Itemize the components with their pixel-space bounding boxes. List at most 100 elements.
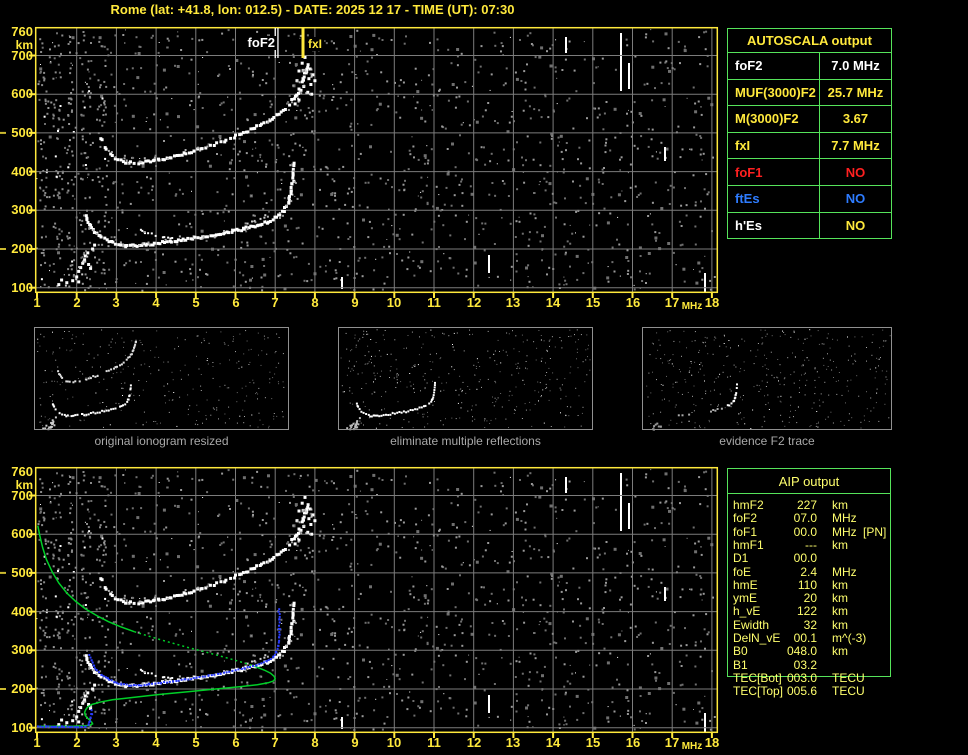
- autoscala-row-fxI: fxI 7.7 MHz: [728, 131, 891, 159]
- aip-unit: km: [832, 604, 848, 619]
- x-axis-tick: 12: [466, 735, 482, 750]
- aip-value: 00.0: [793, 551, 817, 566]
- aip-unit: km: [832, 644, 848, 659]
- aip-unit: MHz: [832, 564, 857, 579]
- aip-row-foF1: foF1 00.0 MHz [PN]: [727, 524, 897, 539]
- aip-value: ---: [805, 537, 817, 552]
- x-axis-tick: 8: [311, 735, 319, 750]
- x-axis-tick: 3: [112, 295, 120, 310]
- aip-row-foE: foE 2.4 MHz: [727, 564, 897, 579]
- autoscala-screen: Rome (lat: +41.8, lon: 012.5) - DATE: 20…: [0, 0, 968, 755]
- param-label: ftEs: [728, 185, 820, 212]
- param-label: foF1: [728, 159, 820, 185]
- x-axis-tick: 5: [192, 295, 200, 310]
- param-value: 7.0 MHz: [831, 58, 880, 74]
- aip-row-hmF1: hmF1 --- km: [727, 537, 897, 552]
- y-axis-tick: 100: [11, 280, 33, 295]
- y-axis-tick: 600: [11, 526, 33, 541]
- aip-param: foE: [733, 564, 752, 579]
- x-axis-unit: MHz: [681, 301, 703, 312]
- param-value: 25.7 MHz: [827, 84, 884, 100]
- aip-value: 122: [796, 604, 817, 619]
- x-axis-tick: 11: [427, 295, 441, 310]
- x-axis-tick: 4: [152, 735, 160, 750]
- aip-row-h_vE: h_vE 122 km: [727, 605, 897, 618]
- aip-value: 227: [796, 498, 817, 512]
- x-axis-tick: 1: [33, 735, 41, 750]
- autoscala-row-M(3000)F2: M(3000)F2 3.67: [728, 105, 891, 132]
- aip-unit: TECU: [832, 684, 865, 699]
- y-axis-tick: 400: [11, 164, 33, 179]
- marker-label-foF2: foF2: [240, 36, 277, 50]
- param-label: MUF(3000)F2: [728, 79, 820, 106]
- x-axis-tick: 7: [271, 735, 279, 750]
- x-axis-tick: 15: [585, 295, 601, 310]
- aip-value: 32: [803, 617, 817, 632]
- aip-unit: km: [832, 537, 848, 552]
- y-axis-tick: 400: [11, 604, 33, 619]
- aip-row-foF2: foF2 07.0 MHz: [727, 512, 897, 525]
- param-value: 7.7 MHz: [831, 138, 880, 154]
- aip-unit: MHz: [832, 524, 857, 539]
- aip-row-ymE: ymE 20 km: [727, 592, 897, 605]
- autoscala-row-foF1: foF1 NO: [728, 158, 891, 185]
- x-axis-tick: 13: [505, 735, 521, 750]
- marker-label-fxI: fxI: [306, 37, 325, 51]
- aip-row-TEC[Bot]: TEC[Bot] 003.0 TECU: [727, 670, 897, 685]
- aip-value: 00.0: [793, 524, 817, 539]
- aip-row-D1: D1 00.0: [727, 552, 897, 565]
- autoscala-table-header: AUTOSCALA output: [747, 33, 872, 48]
- aip-param: D1: [733, 551, 749, 566]
- aip-row-Ewidth: Ewidth 32 km: [727, 617, 897, 632]
- autoscala-row-MUF(3000)F2: MUF(3000)F2 25.7 MHz: [728, 78, 891, 106]
- autoscala-table: AUTOSCALA output foF2 7.0 MHz MUF(3000)F2 25…: [727, 28, 892, 240]
- aip-param: ymE: [733, 591, 757, 606]
- x-axis-tick: 4: [152, 295, 160, 310]
- aip-unit: km: [832, 617, 848, 632]
- aip-param: foF2: [733, 511, 758, 526]
- param-label: h'Es: [728, 212, 820, 239]
- aip-row-hmE: hmE 110 km: [727, 577, 897, 592]
- y-axis-tick: 300: [11, 202, 33, 217]
- y-axis-tick: 500: [11, 565, 33, 580]
- autoscala-row-h'Es: h'Es NO: [728, 211, 891, 239]
- aip-unit: m^(-3): [832, 631, 867, 645]
- x-axis-unit: MHz: [681, 741, 703, 752]
- aip-value: 00.1: [793, 631, 817, 645]
- x-axis-tick: 10: [386, 735, 402, 750]
- x-axis-tick: 1: [33, 295, 41, 310]
- aip-unit: MHz: [832, 511, 857, 526]
- aip-value: 2.4: [800, 564, 817, 579]
- aip-row-DelN_vE: DelN_vE 00.1 m^(-3): [727, 632, 897, 645]
- aip-param: hmE: [733, 577, 758, 592]
- y-axis-tick: 200: [11, 241, 33, 256]
- x-axis-tick: 8: [311, 295, 319, 310]
- x-axis-tick: 11: [427, 735, 441, 750]
- param-value: 3.67: [842, 111, 869, 127]
- y-axis-tick: 500: [11, 125, 33, 140]
- param-value: NO: [845, 191, 866, 207]
- x-axis-tick: 6: [232, 295, 240, 310]
- param-value: NO: [845, 217, 866, 233]
- thumbnail-caption-3: evidence F2 trace: [719, 434, 815, 448]
- aip-param: B0: [733, 644, 748, 659]
- aip-table-header: AIP output: [778, 474, 840, 489]
- param-label: fxI: [728, 132, 820, 159]
- x-axis-tick: 9: [351, 735, 359, 750]
- aip-unit: TECU: [832, 670, 865, 685]
- y-axis-tick: 600: [11, 86, 33, 101]
- aip-value: 005.6: [786, 684, 817, 699]
- thumbnail-caption-1: original ionogram resized: [94, 434, 229, 448]
- x-axis-tick: 6: [232, 735, 240, 750]
- aip-row-TEC[Top]: TEC[Top] 005.6 TECU: [727, 685, 897, 698]
- aip-unit: km: [832, 498, 848, 512]
- x-axis-tick: 16: [625, 295, 641, 310]
- x-axis-tick: 9: [351, 295, 359, 310]
- x-axis-tick: 12: [466, 295, 482, 310]
- y-axis-unit: km: [15, 478, 33, 492]
- aip-row-B0: B0 048.0 km: [727, 645, 897, 658]
- x-axis-tick: 3: [112, 735, 120, 750]
- x-axis-tick: 14: [545, 295, 561, 310]
- aip-value: 003.0: [786, 670, 817, 685]
- x-axis-tick: 5: [192, 735, 200, 750]
